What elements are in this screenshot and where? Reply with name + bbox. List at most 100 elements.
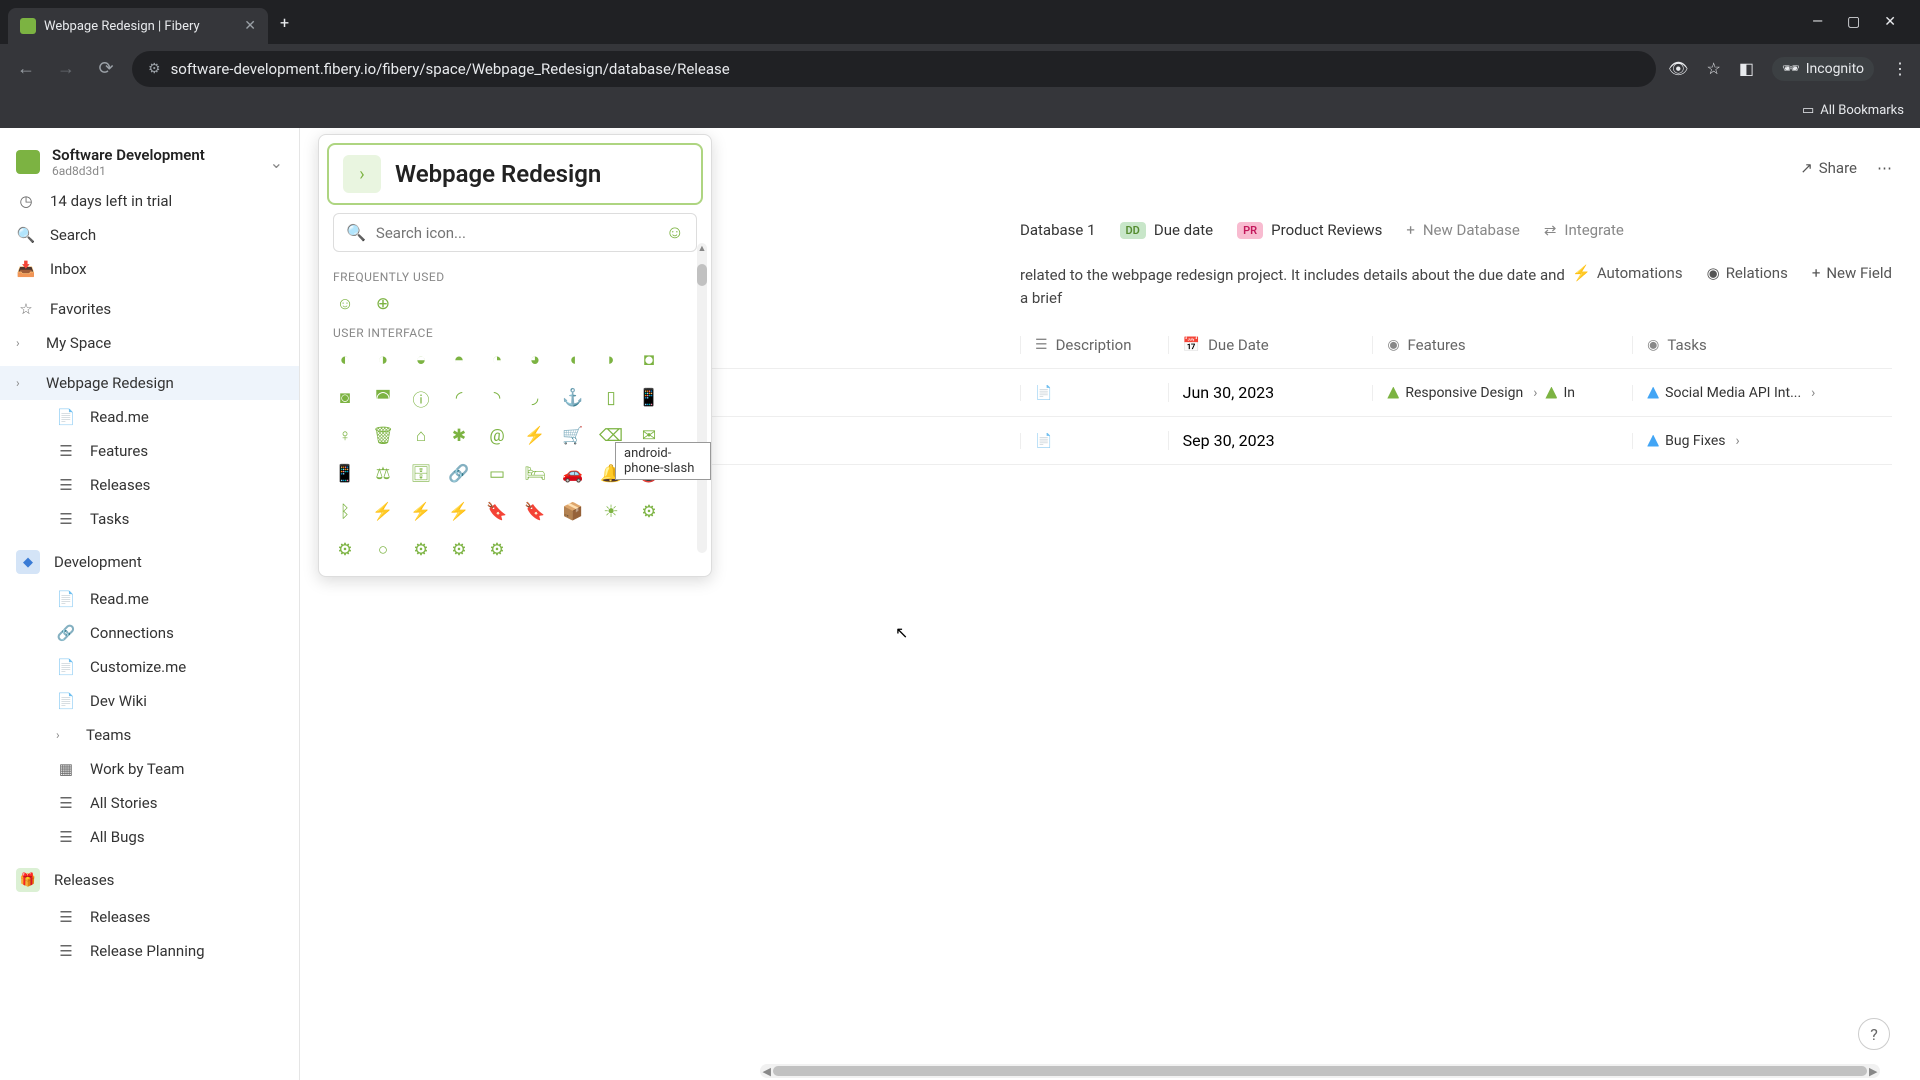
cell-due-date[interactable]: Sep 30, 2023: [1168, 431, 1373, 450]
icon-option[interactable]: ⚡: [523, 424, 547, 448]
icon-option[interactable]: ▯: [599, 386, 623, 410]
icon-option[interactable]: ◜: [447, 386, 471, 410]
icon-option[interactable]: 🔗: [447, 462, 471, 486]
icon-option[interactable]: ⚡: [371, 500, 395, 524]
bookmark-star-icon[interactable]: ☆: [1706, 59, 1720, 78]
back-button[interactable]: ←: [12, 55, 40, 83]
cell-tasks[interactable]: Bug Fixes›: [1632, 433, 1892, 449]
sidebar-item-releases[interactable]: ☰Releases: [0, 468, 299, 502]
icon-option[interactable]: 📱: [333, 462, 357, 486]
task-pill[interactable]: Bug Fixes›: [1647, 433, 1740, 449]
column-header-tasks[interactable]: ◉Tasks: [1632, 336, 1892, 354]
icon-option[interactable]: ♀: [333, 424, 357, 448]
icon-option[interactable]: 🗑: [371, 424, 395, 448]
column-header-description[interactable]: ☰Description: [1020, 336, 1168, 354]
sidebar-item-dev-wiki[interactable]: 📄Dev Wiki: [0, 684, 299, 718]
icon-option[interactable]: ⚡: [447, 500, 471, 524]
icon-option[interactable]: ◙: [333, 386, 357, 410]
feature-pill[interactable]: Responsive Design›: [1387, 385, 1537, 401]
icon-option[interactable]: ◔: [485, 348, 509, 372]
icon-option[interactable]: 🛏: [523, 462, 547, 486]
icon-option[interactable]: ◕: [523, 348, 547, 372]
icon-option[interactable]: ◐: [333, 348, 357, 372]
tab-due-date[interactable]: DDDue date: [1120, 221, 1214, 239]
workspace-switcher[interactable]: Software Development 6ad8d3d1 ⌄: [0, 140, 299, 184]
scroll-left-icon[interactable]: ◀: [760, 1065, 773, 1078]
icon-option[interactable]: ⚖: [371, 462, 395, 486]
page-menu-button[interactable]: ⋯: [1877, 159, 1892, 177]
sidebar-trial[interactable]: ◷ 14 days left in trial: [0, 184, 299, 218]
column-header-due-date[interactable]: 📅Due Date: [1168, 336, 1373, 354]
sidebar-item-tasks[interactable]: ☰Tasks: [0, 502, 299, 536]
icon-option[interactable]: ◖: [561, 348, 585, 372]
icon-option[interactable]: ᛒ: [333, 500, 357, 524]
browser-menu-icon[interactable]: ⋮: [1892, 59, 1908, 78]
icon-option[interactable]: ◚: [371, 386, 395, 410]
cell-tasks[interactable]: Social Media API Int...›: [1632, 385, 1892, 401]
icon-option[interactable]: 📦: [561, 500, 585, 524]
sidebar-item-customize[interactable]: 📄Customize.me: [0, 650, 299, 684]
icon-option[interactable]: ☺: [333, 292, 357, 316]
icon-option[interactable]: 🔖: [523, 500, 547, 524]
icon-option[interactable]: 🚗: [561, 462, 585, 486]
icon-option[interactable]: ⊕: [371, 292, 395, 316]
sidebar-space-development[interactable]: ◆ Development: [0, 542, 299, 582]
automations-button[interactable]: ⚡Automations: [1572, 264, 1682, 282]
icon-option[interactable]: ⚙: [333, 538, 357, 562]
icon-option[interactable]: ⚡: [409, 500, 433, 524]
icon-option[interactable]: @: [485, 424, 509, 448]
icon-option[interactable]: ⚙: [409, 538, 433, 562]
sidebar-item-readme[interactable]: 📄Read.me: [0, 582, 299, 616]
icon-option[interactable]: ◑: [371, 348, 395, 372]
icon-option[interactable]: ☀: [599, 500, 623, 524]
icon-option[interactable]: ◗: [599, 348, 623, 372]
forward-button[interactable]: →: [52, 55, 80, 83]
icon-option[interactable]: ◞: [523, 386, 547, 410]
icon-search-input[interactable]: [376, 224, 656, 242]
sidebar-inbox[interactable]: 📥 Inbox: [0, 252, 299, 286]
sidebar-item-connections[interactable]: 🔗Connections: [0, 616, 299, 650]
sidebar-item-work-by-team[interactable]: ▦Work by Team: [0, 752, 299, 786]
cell-features[interactable]: Responsive Design› In: [1372, 385, 1632, 401]
share-button[interactable]: ↗Share: [1800, 159, 1857, 177]
icon-option[interactable]: ◝: [485, 386, 509, 410]
help-button[interactable]: ?: [1858, 1018, 1890, 1050]
sidebar-item-releases[interactable]: ☰Releases: [0, 900, 299, 934]
feature-pill[interactable]: In: [1545, 385, 1575, 401]
horizontal-scrollbar[interactable]: ◀ ▶: [760, 1064, 1880, 1078]
close-window-icon[interactable]: ✕: [1884, 14, 1896, 30]
scroll-right-icon[interactable]: ▶: [1867, 1065, 1880, 1078]
icon-option[interactable]: 🔖: [485, 500, 509, 524]
sidebar-item-all-bugs[interactable]: ☰All Bugs: [0, 820, 299, 854]
tab-product-reviews[interactable]: PRProduct Reviews: [1237, 221, 1382, 239]
new-field-button[interactable]: +New Field: [1812, 264, 1892, 282]
icon-option[interactable]: ⚙: [637, 500, 661, 524]
maximize-icon[interactable]: ▢: [1847, 14, 1860, 30]
tab-database-1[interactable]: Database 1: [1020, 221, 1096, 239]
icon-option[interactable]: ⚙: [485, 538, 509, 562]
icon-option[interactable]: ⌂: [409, 424, 433, 448]
emoji-toggle-icon[interactable]: ☺: [666, 222, 684, 243]
icon-option[interactable]: ⚓: [561, 386, 585, 410]
url-input[interactable]: ⚙ software-development.fibery.io/fibery/…: [132, 51, 1656, 87]
sidebar-item-release-planning[interactable]: ☰Release Planning: [0, 934, 299, 968]
sidebar-item-readme[interactable]: 📄Read.me: [0, 400, 299, 434]
integrate-button[interactable]: ⇄Integrate: [1544, 221, 1624, 239]
site-settings-icon[interactable]: ⚙: [148, 61, 161, 77]
sidebar-space-webpage-redesign[interactable]: › Webpage Redesign: [0, 366, 299, 400]
close-tab-icon[interactable]: ✕: [244, 18, 256, 34]
minimize-icon[interactable]: —: [1812, 14, 1823, 30]
sidepanel-icon[interactable]: ◧: [1739, 59, 1754, 78]
icon-option[interactable]: ⚙: [447, 538, 471, 562]
icon-option[interactable]: 🗄: [409, 462, 433, 486]
cell-due-date[interactable]: Jun 30, 2023: [1168, 383, 1373, 402]
icon-option[interactable]: ◒: [409, 348, 433, 372]
sidebar-favorites[interactable]: ☆ Favorites: [0, 292, 299, 326]
new-database-button[interactable]: +New Database: [1406, 221, 1520, 239]
icon-search-box[interactable]: 🔍 ☺: [333, 213, 697, 252]
icon-option[interactable]: 🛒: [561, 424, 585, 448]
icon-option[interactable]: ✱: [447, 424, 471, 448]
icon-option[interactable]: ◘: [637, 348, 661, 372]
incognito-badge[interactable]: 🕶 Incognito: [1772, 57, 1874, 81]
icon-option[interactable]: ▭: [485, 462, 509, 486]
